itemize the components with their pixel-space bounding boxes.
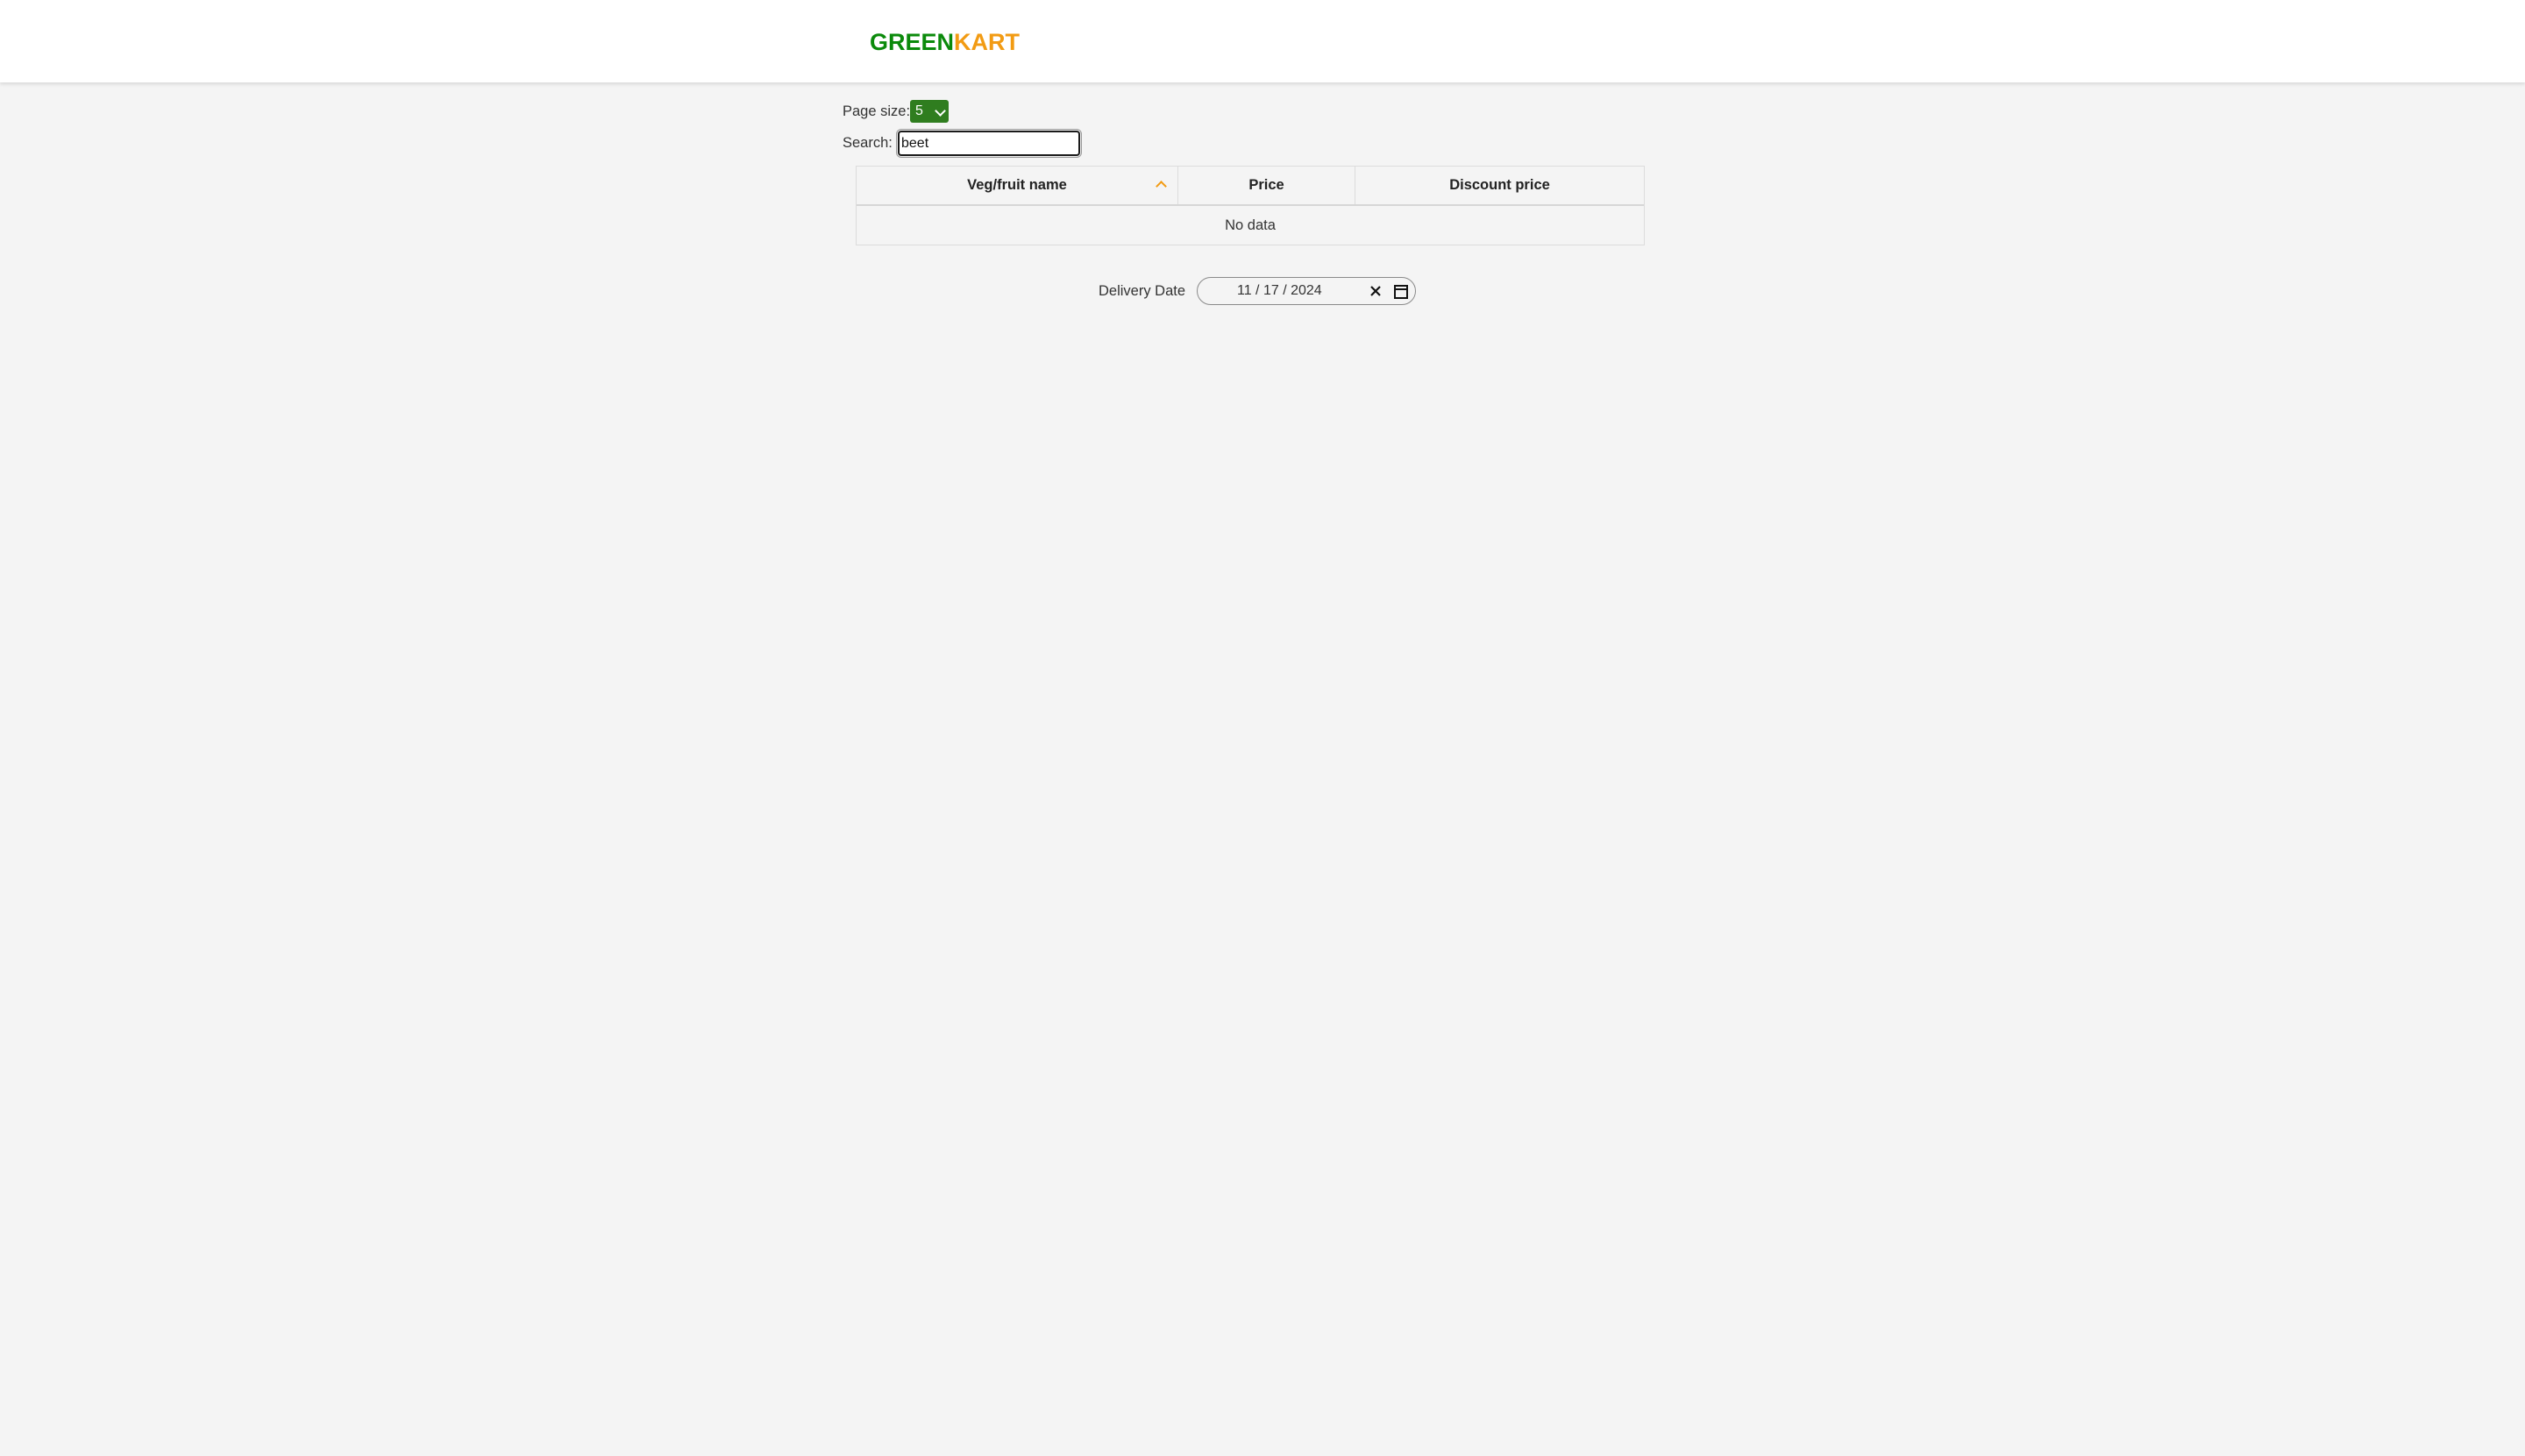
products-table: Veg/fruit name Price Discount price No d… [856, 166, 1645, 245]
page-size-select[interactable]: 5 [910, 100, 949, 123]
column-header-price[interactable]: Price [1178, 167, 1355, 204]
column-header-discount[interactable]: Discount price [1355, 167, 1644, 204]
page-size-label: Page size: [843, 103, 911, 119]
empty-table-message: No data [1225, 217, 1276, 233]
top-header: GREENKART [0, 0, 2525, 82]
brand-logo[interactable]: GREENKART [870, 27, 1020, 57]
column-header-name-label: Veg/fruit name [967, 177, 1067, 193]
chevron-down-icon [935, 105, 946, 117]
brand-green-text: GREEN [870, 29, 955, 55]
search-input[interactable] [896, 129, 1082, 158]
brand-orange-text: KART [954, 29, 1021, 55]
delivery-date-picker[interactable]: 11 / 17 / 2024 [1197, 277, 1416, 305]
page-size-value: 5 [915, 103, 923, 118]
column-header-name[interactable]: Veg/fruit name [857, 167, 1178, 204]
search-label: Search: [843, 135, 893, 151]
close-icon[interactable] [1368, 283, 1383, 299]
column-header-price-label: Price [1248, 177, 1284, 193]
column-header-discount-label: Discount price [1449, 177, 1550, 193]
delivery-date-label: Delivery Date [1099, 283, 1186, 299]
sort-ascending-icon [1156, 181, 1167, 192]
calendar-icon[interactable] [1393, 284, 1409, 300]
delivery-date-value[interactable]: 11 / 17 / 2024 [1237, 278, 1322, 304]
table-header-row: Veg/fruit name Price Discount price [857, 167, 1644, 206]
